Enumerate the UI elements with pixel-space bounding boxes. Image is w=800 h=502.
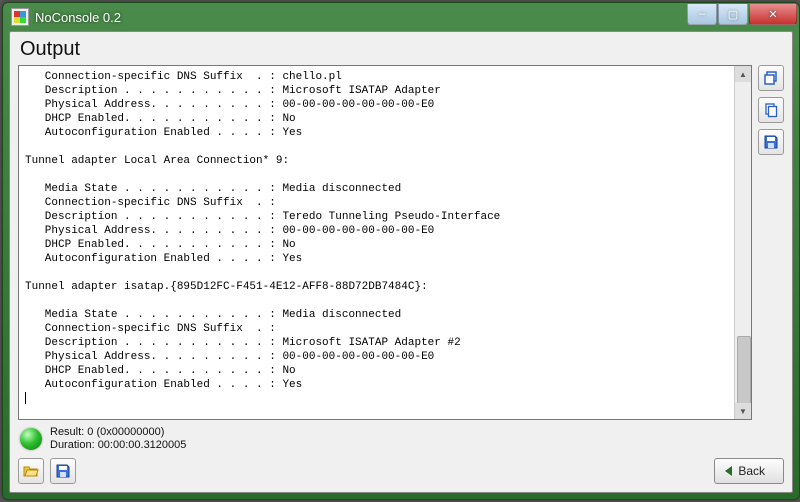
close-icon: ✕ xyxy=(768,8,777,21)
bottom-toolbar: Back xyxy=(18,458,784,484)
console-text: Connection-specific DNS Suffix . : chell… xyxy=(25,71,500,391)
status-row: Result: 0 (0x00000000) Duration: 00:00:0… xyxy=(20,426,784,452)
status-text: Result: 0 (0x00000000) Duration: 00:00:0… xyxy=(50,426,186,452)
window-title: NoConsole 0.2 xyxy=(35,10,686,25)
result-text: Result: 0 (0x00000000) xyxy=(50,426,186,439)
status-led-icon xyxy=(20,428,42,450)
app-window: NoConsole 0.2 – ▢ ✕ Output Connection-sp… xyxy=(2,2,800,500)
scroll-up-arrow-icon[interactable]: ▲ xyxy=(735,66,751,82)
save-icon xyxy=(55,463,71,479)
side-toolbar xyxy=(758,65,784,420)
back-label: Back xyxy=(738,464,765,478)
back-button[interactable]: Back xyxy=(714,458,784,484)
output-heading: Output xyxy=(20,38,784,61)
app-icon xyxy=(11,8,29,26)
minimize-icon: – xyxy=(699,8,705,20)
close-button[interactable]: ✕ xyxy=(749,4,797,25)
window-controls: – ▢ ✕ xyxy=(686,4,799,24)
bottom-left-buttons xyxy=(18,458,76,484)
console-output[interactable]: Connection-specific DNS Suffix . : chell… xyxy=(19,66,734,419)
folder-open-icon xyxy=(23,463,39,479)
copy-icon xyxy=(763,102,779,118)
save-side-button[interactable] xyxy=(758,129,784,155)
maximize-button[interactable]: ▢ xyxy=(718,4,748,25)
vertical-scrollbar[interactable]: ▲ ▼ xyxy=(734,66,751,419)
mid-section: Connection-specific DNS Suffix . : chell… xyxy=(18,65,784,420)
text-cursor xyxy=(25,392,26,404)
restore-icon xyxy=(763,70,779,86)
save-file-button[interactable] xyxy=(50,458,76,484)
arrow-left-icon xyxy=(725,466,732,476)
console-container: Connection-specific DNS Suffix . : chell… xyxy=(18,65,752,420)
titlebar[interactable]: NoConsole 0.2 – ▢ ✕ xyxy=(3,3,799,31)
maximize-icon: ▢ xyxy=(728,8,738,21)
copy-button[interactable] xyxy=(758,97,784,123)
client-area: Output Connection-specific DNS Suffix . … xyxy=(9,31,793,493)
scroll-down-arrow-icon[interactable]: ▼ xyxy=(735,403,751,419)
restore-window-button[interactable] xyxy=(758,65,784,91)
duration-text: Duration: 00:00:00.3120005 xyxy=(50,439,186,452)
save-icon xyxy=(763,134,779,150)
minimize-button[interactable]: – xyxy=(687,4,717,25)
open-file-button[interactable] xyxy=(18,458,44,484)
